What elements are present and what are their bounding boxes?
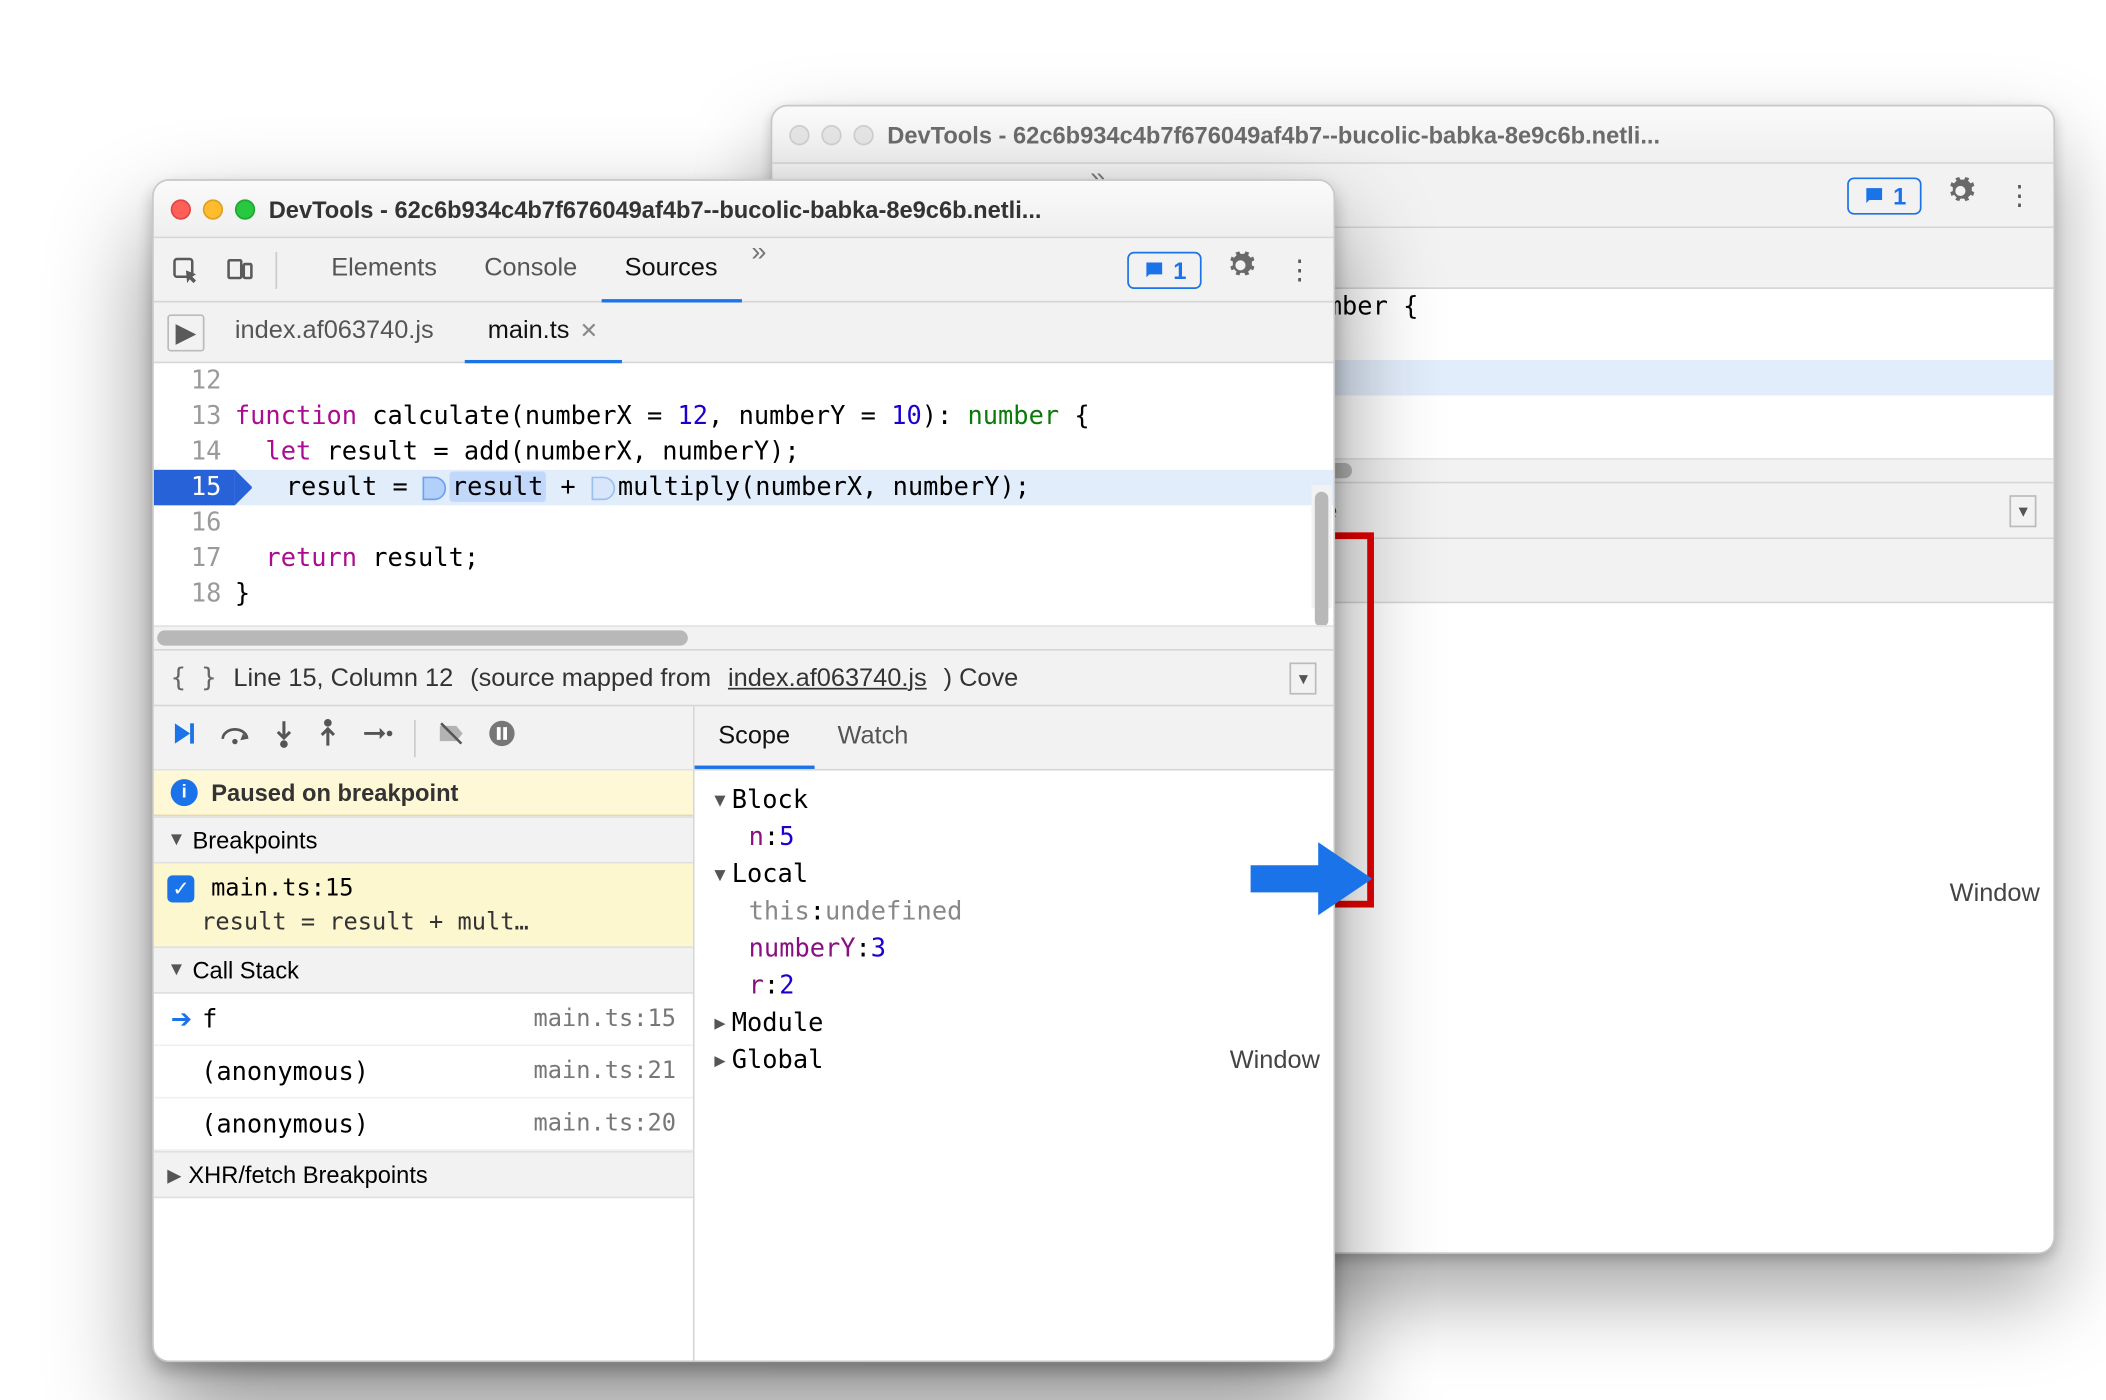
section-xhr[interactable]: ▶XHR/fetch Breakpoints [154,1151,693,1198]
tab-elements[interactable]: Elements [308,237,461,301]
inspect-icon[interactable] [167,251,204,288]
tab-scope[interactable]: Scope [695,706,814,769]
close-icon[interactable]: ✕ [580,317,598,344]
kebab-icon[interactable]: ⋮ [1279,246,1320,293]
resume-icon[interactable] [167,718,197,757]
navigator-toggle-icon[interactable]: ▶ [167,313,204,350]
titlebar: DevTools - 62c6b934c4b7f676049af4b7--buc… [772,106,2053,163]
step-out-icon[interactable] [316,718,340,757]
section-breakpoints[interactable]: ▼Breakpoints [154,816,693,863]
more-tabs-icon[interactable]: » [741,237,776,301]
file-tabs: ▶ index.af063740.js main.ts ✕ [154,303,1334,364]
panel-toolbar: Elements Console Sources » 1 ⋮ [154,238,1334,302]
exec-marker-icon [591,476,615,500]
debugger-controls [154,706,693,770]
stack-frame[interactable]: (anonymous) main.ts:20 [154,1099,693,1151]
info-icon: i [171,779,198,806]
chat-icon [1143,258,1167,282]
pause-exceptions-icon[interactable] [487,718,517,757]
exec-marker-icon [423,476,447,500]
traffic-lights [171,199,256,219]
section-callstack[interactable]: ▼Call Stack [154,946,693,993]
issues-badge[interactable]: 1 [1848,177,1922,214]
step-over-icon[interactable] [218,720,252,755]
device-icon[interactable] [221,251,258,288]
paused-banner: i Paused on breakpoint [154,771,693,817]
zoom-dot[interactable] [853,124,873,144]
close-dot[interactable] [789,124,809,144]
sourcemap-link[interactable]: index.af063740.js [728,663,927,692]
kebab-icon[interactable]: ⋮ [1999,172,2040,219]
close-dot[interactable] [171,199,191,219]
stack-frame[interactable]: ➔ f main.ts:15 [154,994,693,1046]
status-bar: { } Line 15, Column 12 (source mapped fr… [154,649,1334,706]
minimize-dot[interactable] [203,199,223,219]
tab-watch[interactable]: Watch [814,706,932,769]
chat-icon [1863,183,1887,207]
file-tab-maints[interactable]: main.ts ✕ [464,302,622,363]
current-frame-icon: ➔ [171,1004,192,1034]
scope-local[interactable]: ▼Local [708,855,1320,892]
h-scrollbar[interactable] [154,625,1334,649]
scope-body: ▼Block n: 5 ▼Local this: undefined numbe… [695,771,1334,1361]
tab-console[interactable]: Console [461,237,601,301]
arrow-icon [1244,828,1379,929]
v-scrollbar[interactable] [1311,485,1331,608]
coverage-dropdown[interactable]: ▾ [2010,494,2036,526]
scope-block[interactable]: ▼Block [708,781,1320,818]
window-title: DevTools - 62c6b934c4b7f676049af4b7--buc… [269,195,1317,222]
zoom-dot[interactable] [235,199,255,219]
window-title: DevTools - 62c6b934c4b7f676049af4b7--buc… [887,121,2036,148]
scope-global[interactable]: ▶GlobalWindow [708,1041,1320,1078]
settings-icon[interactable] [1218,243,1262,295]
titlebar: DevTools - 62c6b934c4b7f676049af4b7--buc… [154,181,1334,238]
traffic-lights [789,124,874,144]
breakpoint-entry[interactable]: ✓ main.ts:15 result = result + mult… [154,864,693,947]
scope-tabs: Scope Watch [695,706,1334,770]
debugger-sidebar: i Paused on breakpoint ▼Breakpoints ✓ ma… [154,706,695,1360]
stack-frame[interactable]: (anonymous) main.ts:21 [154,1046,693,1098]
scope-module[interactable]: ▶Module [708,1004,1320,1041]
code-editor[interactable]: 12 13function calculate(numberX = 12, nu… [154,363,1334,625]
coverage-dropdown[interactable]: ▾ [1290,662,1316,694]
devtools-window-front: DevTools - 62c6b934c4b7f676049af4b7--buc… [152,179,1335,1362]
deactivate-bp-icon[interactable] [436,718,466,757]
step-icon[interactable] [360,722,394,754]
step-into-icon[interactable] [272,718,296,757]
checkbox-icon[interactable]: ✓ [167,875,194,902]
settings-icon[interactable] [1938,169,1982,221]
file-tab-indexjs[interactable]: index.af063740.js [211,302,457,363]
tab-sources[interactable]: Sources [601,237,741,301]
minimize-dot[interactable] [821,124,841,144]
pretty-print-icon[interactable]: { } [171,662,217,692]
issues-badge[interactable]: 1 [1128,251,1202,288]
